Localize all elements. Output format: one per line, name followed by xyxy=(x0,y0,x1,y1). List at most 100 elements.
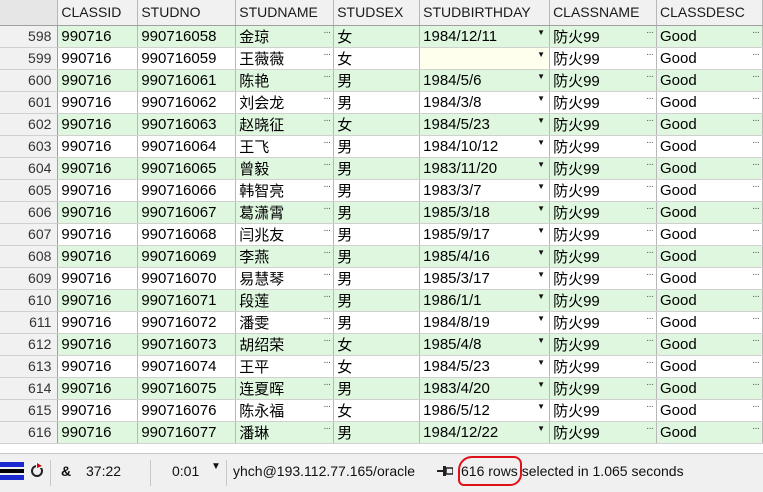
ellipsis-button[interactable]: ··· xyxy=(752,269,760,280)
ellipsis-button[interactable]: ··· xyxy=(323,71,331,82)
cell-studname[interactable]: 胡绍荣 ··· xyxy=(235,333,335,356)
table-row[interactable]: 606 990716 990716067 葛潇霄 ··· 男 1985/3/18 ▼ 防火99 ·… xyxy=(0,201,763,224)
cell-classname[interactable]: 防火99 ··· xyxy=(549,245,657,268)
ellipsis-button[interactable]: ··· xyxy=(323,423,331,434)
cell-classid[interactable]: 990716 xyxy=(57,135,139,158)
cell-studname[interactable]: 陈永福 ··· xyxy=(235,399,335,422)
cell-classname[interactable]: 防火99 ··· xyxy=(549,223,657,246)
cell-studno[interactable]: 990716058 xyxy=(137,25,237,48)
ellipsis-button[interactable]: ··· xyxy=(646,115,654,126)
cell-classid[interactable]: 990716 xyxy=(57,399,139,422)
cell-studname[interactable]: 葛潇霄 ··· xyxy=(235,201,335,224)
ellipsis-button[interactable]: ··· xyxy=(646,357,654,368)
ellipsis-button[interactable]: ··· xyxy=(752,401,760,412)
cell-classid[interactable]: 990716 xyxy=(57,157,139,180)
ellipsis-button[interactable]: ··· xyxy=(323,159,331,170)
ellipsis-button[interactable]: ··· xyxy=(323,203,331,214)
ellipsis-button[interactable]: ··· xyxy=(646,291,654,302)
ellipsis-button[interactable]: ··· xyxy=(646,269,654,280)
cell-studsex[interactable]: 男 xyxy=(333,267,421,290)
ellipsis-button[interactable]: ··· xyxy=(323,313,331,324)
cell-studname[interactable]: 韩智亮 ··· xyxy=(235,179,335,202)
cell-studsex[interactable]: 男 xyxy=(333,245,421,268)
cell-studbirthday[interactable]: 1983/11/20 ▼ xyxy=(419,157,551,180)
cell-studno[interactable]: 990716063 xyxy=(137,113,237,136)
cell-studno[interactable]: 990716075 xyxy=(137,377,237,400)
ellipsis-button[interactable]: ··· xyxy=(752,181,760,192)
cell-classdesc[interactable]: Good ··· xyxy=(656,135,763,158)
row-number[interactable]: 599 xyxy=(0,47,59,70)
ellipsis-button[interactable]: ··· xyxy=(752,137,760,148)
table-row[interactable]: 600 990716 990716061 陈艳 ··· 男 1984/5/6 ▼ 防火99 ···… xyxy=(0,69,763,92)
ellipsis-button[interactable]: ··· xyxy=(323,379,331,390)
cell-studno[interactable]: 990716066 xyxy=(137,179,237,202)
cell-studname[interactable]: 陈艳 ··· xyxy=(235,69,335,92)
date-dropdown-icon[interactable]: ▼ xyxy=(537,94,545,103)
cell-studsex[interactable]: 女 xyxy=(333,399,421,422)
cell-studsex[interactable]: 男 xyxy=(333,179,421,202)
result-grid[interactable]: CLASSID STUDNO STUDNAME STUDSEX STUDBIRT… xyxy=(0,0,763,444)
ellipsis-button[interactable]: ··· xyxy=(752,115,760,126)
cell-studno[interactable]: 990716064 xyxy=(137,135,237,158)
cell-classname[interactable]: 防火99 ··· xyxy=(549,421,657,444)
cell-studsex[interactable]: 男 xyxy=(333,201,421,224)
ellipsis-button[interactable]: ··· xyxy=(323,357,331,368)
cell-classdesc[interactable]: Good ··· xyxy=(656,399,763,422)
ellipsis-button[interactable]: ··· xyxy=(752,49,760,60)
cell-studsex[interactable]: 男 xyxy=(333,421,421,444)
cell-classdesc[interactable]: Good ··· xyxy=(656,223,763,246)
cell-studbirthday[interactable]: 1986/1/1 ▼ xyxy=(419,289,551,312)
ellipsis-button[interactable]: ··· xyxy=(646,335,654,346)
ellipsis-button[interactable]: ··· xyxy=(323,291,331,302)
cell-classname[interactable]: 防火99 ··· xyxy=(549,179,657,202)
cell-studno[interactable]: 990716076 xyxy=(137,399,237,422)
date-dropdown-icon[interactable]: ▼ xyxy=(537,72,545,81)
cell-classid[interactable]: 990716 xyxy=(57,69,139,92)
cell-studsex[interactable]: 男 xyxy=(333,157,421,180)
ellipsis-button[interactable]: ··· xyxy=(323,115,331,126)
cell-studname[interactable]: 潘雯 ··· xyxy=(235,311,335,334)
cell-classid[interactable]: 990716 xyxy=(57,289,139,312)
cell-classname[interactable]: 防火99 ··· xyxy=(549,289,657,312)
refresh-stop-icon[interactable] xyxy=(30,462,44,481)
row-number[interactable]: 608 xyxy=(0,245,59,268)
cell-studno[interactable]: 990716072 xyxy=(137,311,237,334)
ellipsis-button[interactable]: ··· xyxy=(646,313,654,324)
cell-studname[interactable]: 王平 ··· xyxy=(235,355,335,378)
ellipsis-button[interactable]: ··· xyxy=(752,379,760,390)
ellipsis-button[interactable]: ··· xyxy=(646,71,654,82)
ellipsis-button[interactable]: ··· xyxy=(752,203,760,214)
ellipsis-button[interactable]: ··· xyxy=(646,181,654,192)
cell-classdesc[interactable]: Good ··· xyxy=(656,421,763,444)
row-number[interactable]: 607 xyxy=(0,223,59,246)
cell-studbirthday[interactable]: 1985/3/17 ▼ xyxy=(419,267,551,290)
cell-studsex[interactable]: 女 xyxy=(333,47,421,70)
cell-classdesc[interactable]: Good ··· xyxy=(656,311,763,334)
row-number[interactable]: 601 xyxy=(0,91,59,114)
table-row[interactable]: 604 990716 990716065 曾毅 ··· 男 1983/11/20 ▼ 防火99 ·… xyxy=(0,157,763,180)
date-dropdown-icon[interactable]: ▼ xyxy=(537,138,545,147)
table-row[interactable]: 602 990716 990716063 赵晓征 ··· 女 1984/5/23 ▼ 防火99 ·… xyxy=(0,113,763,136)
table-row[interactable]: 615 990716 990716076 陈永福 ··· 女 1986/5/12 ▼ 防火99 ·… xyxy=(0,399,763,422)
cell-classid[interactable]: 990716 xyxy=(57,47,139,70)
cell-studbirthday[interactable]: 1983/4/20 ▼ xyxy=(419,377,551,400)
date-dropdown-icon[interactable]: ▼ xyxy=(537,204,545,213)
cell-classname[interactable]: 防火99 ··· xyxy=(549,377,657,400)
date-dropdown-icon[interactable]: ▼ xyxy=(537,28,545,37)
cell-studno[interactable]: 990716062 xyxy=(137,91,237,114)
row-number[interactable]: 615 xyxy=(0,399,59,422)
cell-classname[interactable]: 防火99 ··· xyxy=(549,91,657,114)
cell-studbirthday[interactable]: 1983/3/7 ▼ xyxy=(419,179,551,202)
cell-classname[interactable]: 防火99 ··· xyxy=(549,135,657,158)
cell-classid[interactable]: 990716 xyxy=(57,91,139,114)
cell-studno[interactable]: 990716067 xyxy=(137,201,237,224)
cell-studbirthday[interactable]: ▼ xyxy=(419,47,551,70)
row-number[interactable]: 612 xyxy=(0,333,59,356)
cell-studno[interactable]: 990716074 xyxy=(137,355,237,378)
ellipsis-button[interactable]: ··· xyxy=(752,71,760,82)
ellipsis-button[interactable]: ··· xyxy=(752,423,760,434)
table-row[interactable]: 605 990716 990716066 韩智亮 ··· 男 1983/3/7 ▼ 防火99 ··… xyxy=(0,179,763,202)
ellipsis-button[interactable]: ··· xyxy=(752,357,760,368)
table-row[interactable]: 603 990716 990716064 王飞 ··· 男 1984/10/12 ▼ 防火99 ·… xyxy=(0,135,763,158)
cell-studno[interactable]: 990716068 xyxy=(137,223,237,246)
